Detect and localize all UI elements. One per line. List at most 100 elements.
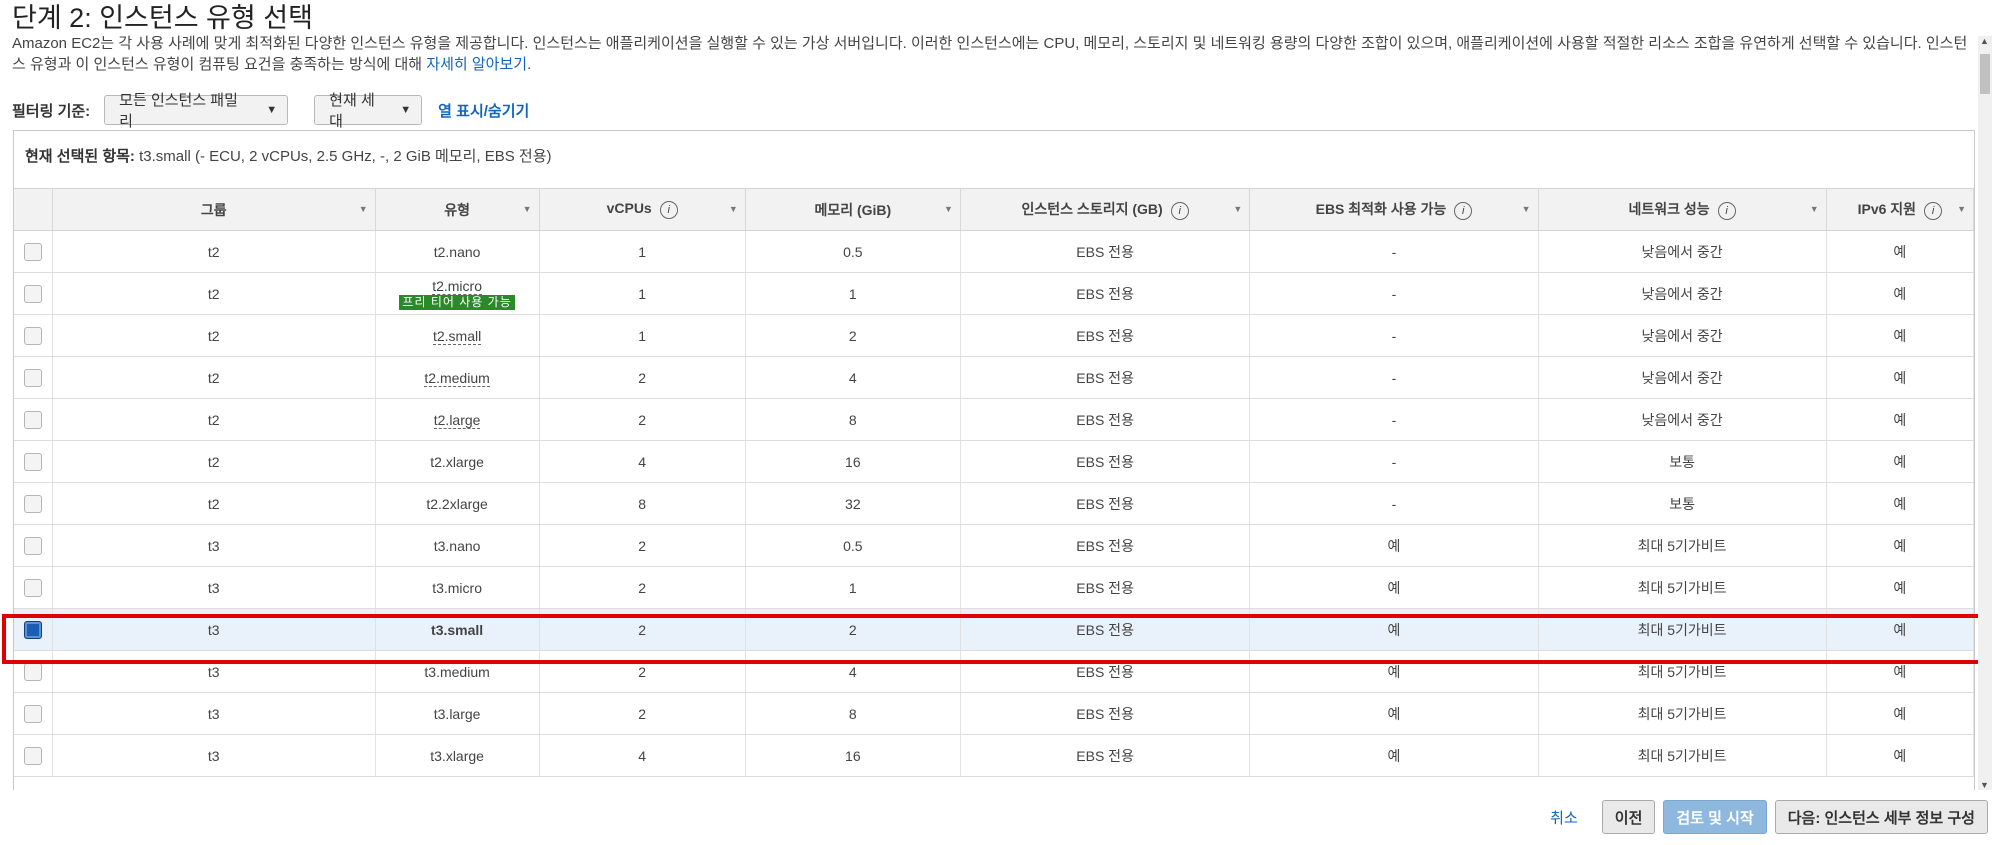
instance-family-select[interactable]: 모든 인스턴스 패밀리 ▼ [104, 92, 289, 130]
sort-caret-icon[interactable]: ▼ [1957, 204, 1966, 214]
show-hide-columns-link[interactable]: 열 표시/숨기기 [438, 100, 529, 121]
column-header-ipv6[interactable]: IPv6 지원 i ▼ [1826, 188, 1974, 231]
sort-caret-icon[interactable]: ▼ [1522, 204, 1531, 214]
cell-vcpus-text: 8 [638, 495, 647, 512]
cell-ebs-optimized: - [1249, 482, 1539, 525]
cell-network: 최대 5기가비트 [1538, 608, 1827, 651]
table-row[interactable]: t3 t3.small 2 2 EBS 전용 예 최대 5기가비트 예 [14, 608, 1974, 651]
sort-caret-icon[interactable]: ▼ [729, 204, 738, 214]
row-checkbox[interactable] [23, 662, 42, 681]
cancel-link[interactable]: 취소 [1550, 807, 1578, 828]
generation-select[interactable]: 현재 세대 ▼ [314, 92, 423, 130]
cell-vcpus: 2 [539, 608, 746, 651]
row-checkbox[interactable] [23, 494, 42, 513]
cell-vcpus: 8 [539, 482, 746, 525]
table-row[interactable]: t2 t2.small 1 2 EBS 전용 - 낮음에서 중간 예 [14, 314, 1974, 357]
scroll-down-arrow-icon[interactable]: ▼ [1980, 780, 1989, 790]
row-checkbox[interactable] [23, 578, 42, 597]
row-select-cell [14, 692, 53, 735]
sort-caret-icon[interactable]: ▼ [359, 204, 368, 214]
cell-storage-text: EBS 전용 [1076, 663, 1134, 680]
cell-ebs-optimized: - [1249, 230, 1539, 273]
cell-vcpus-text: 2 [638, 537, 647, 554]
next-configure-instance-button[interactable]: 다음: 인스턴스 세부 정보 구성 [1774, 800, 1988, 834]
cell-ebs-optimized: 예 [1249, 734, 1539, 777]
cell-memory: 1 [745, 272, 961, 315]
cell-ebs-optimized-text: - [1391, 453, 1397, 470]
table-row[interactable]: t2 t2.micro 프리 티어 사용 가능 1 1 EBS 전용 - 낮음에서 중간 예 [14, 272, 1974, 315]
column-header-ebs-optimized[interactable]: EBS 최적화 사용 가능 i ▼ [1249, 188, 1539, 231]
table-row[interactable]: t2 t2.nano 1 0.5 EBS 전용 - 낮음에서 중간 예 [14, 230, 1974, 273]
row-checkbox[interactable] [23, 242, 42, 261]
cell-storage: EBS 전용 [960, 314, 1251, 357]
cell-ebs-optimized-text: 예 [1387, 621, 1401, 638]
table-row[interactable]: t2 t2.medium 2 4 EBS 전용 - 낮음에서 중간 예 [14, 356, 1974, 399]
info-icon[interactable]: i [659, 201, 678, 219]
table-row[interactable]: t2 t2.xlarge 4 16 EBS 전용 - 보통 예 [14, 440, 1974, 483]
sort-caret-icon[interactable]: ▼ [1233, 204, 1242, 214]
info-icon[interactable]: i [1924, 202, 1943, 220]
cell-storage-text: EBS 전용 [1076, 411, 1134, 428]
column-header-memory[interactable]: 메모리 (GiB) ▼ [745, 188, 961, 231]
table-header-row: 그룹 ▼ 유형 ▼ vCPUs i ▼ 메모리 (GiB) ▼ 인스턴스 스토리지 (GB… [14, 188, 1974, 231]
row-checkbox[interactable] [23, 704, 42, 723]
row-checkbox[interactable] [23, 452, 42, 471]
cell-type: t3.medium [375, 650, 540, 693]
column-header-instance-storage[interactable]: 인스턴스 스토리지 (GB) i ▼ [960, 188, 1251, 231]
table-row[interactable]: t2 t2.2xlarge 8 32 EBS 전용 - 보통 예 [14, 482, 1974, 525]
learn-more-link[interactable]: 자세히 알아보기 [426, 56, 527, 73]
cell-storage: EBS 전용 [960, 272, 1251, 315]
row-checkbox[interactable] [23, 746, 42, 765]
cell-ipv6: 예 [1826, 398, 1974, 441]
column-header-type[interactable]: 유형 ▼ [375, 188, 540, 231]
table-row[interactable]: t2 t2.large 2 8 EBS 전용 - 낮음에서 중간 예 [14, 398, 1974, 441]
sort-caret-icon[interactable]: ▼ [1810, 204, 1819, 214]
cell-ipv6: 예 [1826, 272, 1974, 315]
cell-group: t3 [52, 734, 376, 777]
column-header-vcpus[interactable]: vCPUs i ▼ [539, 188, 746, 231]
table-row[interactable]: t3 t3.xlarge 4 16 EBS 전용 예 최대 5기가비트 예 [14, 734, 1974, 777]
cell-vcpus-text: 2 [638, 369, 647, 386]
column-header-label: EBS 최적화 사용 가능 [1315, 201, 1447, 217]
cell-storage: EBS 전용 [960, 734, 1251, 777]
sort-caret-icon[interactable]: ▼ [944, 204, 953, 214]
sort-caret-icon[interactable]: ▼ [523, 204, 532, 214]
cell-network-text: 최대 5기가비트 [1637, 747, 1727, 764]
column-header-network-performance[interactable]: 네트워크 성능 i ▼ [1538, 188, 1827, 231]
cell-memory: 8 [745, 692, 961, 735]
row-checkbox[interactable] [23, 620, 42, 639]
scroll-up-arrow-icon[interactable]: ▲ [1980, 36, 1989, 46]
cell-storage: EBS 전용 [960, 230, 1251, 273]
cell-memory: 2 [745, 314, 961, 357]
info-icon[interactable]: i [1170, 202, 1189, 220]
row-checkbox[interactable] [23, 536, 42, 555]
cell-vcpus-text: 2 [638, 663, 647, 680]
cell-memory-text: 16 [845, 453, 861, 470]
cell-ipv6: 예 [1826, 314, 1974, 357]
review-and-launch-button[interactable]: 검토 및 시작 [1663, 800, 1767, 834]
cell-ipv6-text: 예 [1893, 495, 1907, 512]
cell-network-text: 최대 5기가비트 [1637, 621, 1727, 638]
row-checkbox[interactable] [23, 326, 42, 345]
page-scrollbar[interactable]: ▲ ▼ [1978, 36, 1992, 790]
cell-ebs-optimized: 예 [1249, 608, 1539, 651]
column-header-group[interactable]: 그룹 ▼ [52, 188, 376, 231]
previous-button[interactable]: 이전 [1601, 800, 1656, 834]
table-row[interactable]: t3 t3.medium 2 4 EBS 전용 예 최대 5기가비트 예 [14, 650, 1974, 693]
cell-ebs-optimized-text: - [1391, 411, 1397, 428]
info-icon[interactable]: i [1717, 202, 1736, 220]
table-row[interactable]: t3 t3.micro 2 1 EBS 전용 예 최대 5기가비트 예 [14, 566, 1974, 609]
cell-ipv6: 예 [1826, 650, 1974, 693]
row-checkbox[interactable] [23, 284, 42, 303]
cell-group: t2 [52, 272, 376, 315]
row-select-cell [14, 608, 53, 651]
info-icon[interactable]: i [1454, 202, 1473, 220]
row-checkbox[interactable] [23, 368, 42, 387]
table-row[interactable]: t3 t3.nano 2 0.5 EBS 전용 예 최대 5기가비트 예 [14, 524, 1974, 567]
row-select-cell [14, 566, 53, 609]
scrollbar-thumb[interactable] [1980, 54, 1990, 94]
row-checkbox[interactable] [23, 410, 42, 429]
cell-type-text: t3.nano [433, 537, 481, 554]
cell-network-text: 보통 [1669, 495, 1695, 512]
table-row[interactable]: t3 t3.large 2 8 EBS 전용 예 최대 5기가비트 예 [14, 692, 1974, 735]
